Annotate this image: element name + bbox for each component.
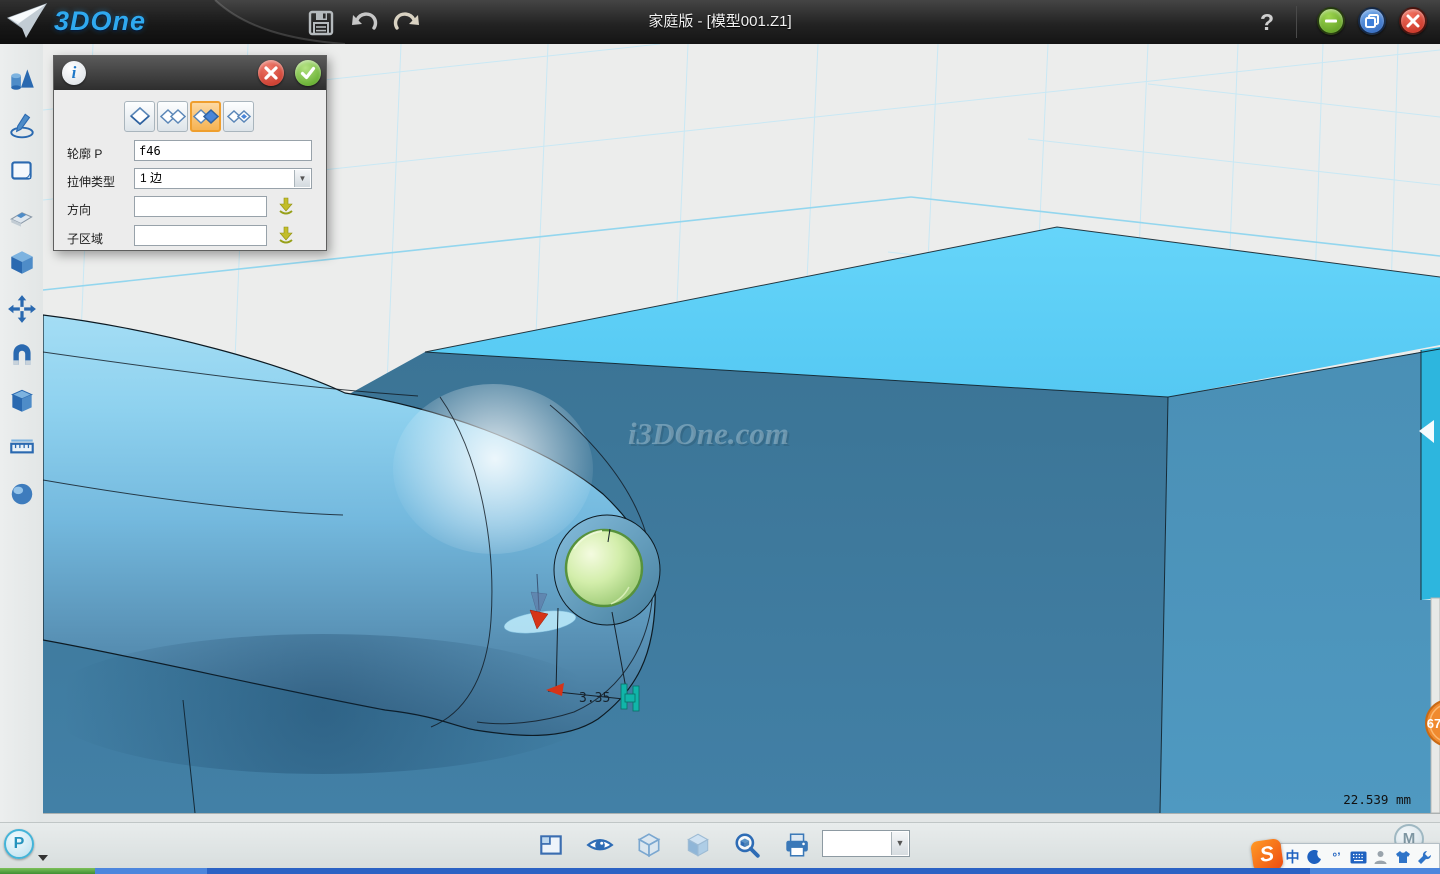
material-box-icon[interactable] (7, 386, 37, 416)
extrude-type-value: 1 边 (140, 171, 162, 185)
view-toolbar: P ▼ (0, 822, 1440, 868)
ime-userdict-icon[interactable] (1371, 846, 1390, 868)
info-icon[interactable]: i (62, 61, 86, 85)
app-logo: 3DOne (6, 2, 146, 40)
wireframe-view-button[interactable] (635, 831, 663, 859)
viewport-layout-button[interactable] (537, 831, 565, 859)
move-icon[interactable] (7, 294, 37, 324)
close-button[interactable] (1399, 7, 1427, 35)
extrude-type-select[interactable]: 1 边 ▼ (134, 168, 312, 189)
mode-double-filled-button[interactable] (190, 101, 221, 132)
ime-skin-shirt-icon[interactable] (1393, 846, 1412, 868)
mode-double-dot-button[interactable] (223, 101, 254, 132)
double-diamond-dot-icon (226, 106, 252, 128)
primitives-icon[interactable] (7, 64, 37, 94)
profile-label: 轮廓 P (67, 145, 133, 162)
confirm-check-icon (299, 64, 317, 82)
print-button[interactable] (782, 831, 810, 859)
boss-cylinder[interactable] (554, 515, 660, 625)
sogou-ime-icon[interactable]: S (1250, 838, 1284, 872)
dimension-value: 3.35 (579, 691, 610, 706)
direction-pick-icon[interactable] (276, 196, 296, 216)
ime-fullhalf-moon-icon[interactable] (1305, 846, 1324, 868)
slab-front-right-face[interactable] (1160, 352, 1431, 813)
part-mode-button[interactable]: P (4, 829, 34, 859)
logo-text: 3DOne (54, 6, 146, 37)
confirm-button[interactable] (295, 60, 321, 86)
restore-icon (1363, 12, 1381, 30)
shaded-view-button[interactable] (684, 831, 712, 859)
direction-label: 方向 (67, 201, 133, 218)
subregion-label: 子区域 (67, 230, 133, 247)
slab-right-strip[interactable] (1421, 347, 1440, 600)
tool-sidebar (0, 44, 44, 822)
render-sphere-icon[interactable] (7, 478, 37, 508)
watermark: i3DOne.com i3DOne.com (628, 416, 791, 453)
visibility-eye-button[interactable] (586, 831, 614, 859)
taskbar-start-segment[interactable] (0, 868, 95, 874)
save-button[interactable] (306, 8, 336, 38)
mode-double-diamond-button[interactable] (157, 101, 188, 132)
length-readout: 22.539 mm (1343, 792, 1411, 807)
paper-plane-icon (6, 2, 48, 40)
selected-profile-face[interactable] (566, 530, 642, 606)
undo-button[interactable] (350, 8, 380, 38)
minimize-icon (1322, 12, 1340, 30)
titlebar-separator (1296, 6, 1297, 38)
taskbar-app-segment[interactable] (95, 868, 207, 874)
direction-input[interactable] (134, 196, 267, 217)
sketch-icon[interactable] (7, 110, 37, 140)
ime-punctuation-toggle[interactable]: °’ (1327, 846, 1346, 868)
os-taskbar[interactable] (0, 868, 1440, 874)
measure-icon[interactable] (7, 432, 37, 462)
profile-input[interactable] (134, 140, 312, 161)
zoom-view-button[interactable] (733, 831, 761, 859)
titlebar: 3DOne 家庭版 - [模型001.Z1] ? (0, 0, 1440, 45)
viewport-bottom-frame (43, 813, 1440, 822)
minimize-button[interactable] (1317, 7, 1345, 35)
view-combo-arrow-icon[interactable]: ▼ (891, 832, 908, 855)
single-diamond-icon (127, 106, 153, 128)
feature-cube-icon[interactable] (7, 248, 37, 278)
close-icon (1404, 12, 1422, 30)
taskbar-tray-segment[interactable] (1310, 868, 1440, 874)
badge-count: 67 (1427, 716, 1440, 731)
magnet-icon[interactable] (7, 340, 37, 370)
combo-arrow-icon[interactable]: ▼ (294, 170, 310, 187)
help-button[interactable]: ? (1254, 5, 1280, 39)
part-mode-caret[interactable] (38, 855, 48, 861)
extrude-type-label: 拉伸类型 (67, 173, 133, 190)
redo-button[interactable] (391, 8, 421, 38)
sketch-plane-icon[interactable] (7, 156, 37, 186)
cancel-button[interactable] (258, 60, 284, 86)
view-preset-combobox[interactable]: ▼ (822, 830, 910, 857)
ime-settings-wrench-icon[interactable] (1415, 846, 1434, 868)
cancel-x-icon (262, 64, 280, 82)
double-diamond-filled-icon (193, 106, 219, 128)
double-diamond-icon (160, 106, 186, 128)
ime-tray: 中 °’ (1280, 843, 1440, 871)
dialog-header: i (54, 56, 326, 90)
extrude-dialog: i 轮廓 P (53, 55, 327, 251)
ime-softkeyboard-icon[interactable] (1349, 846, 1368, 868)
subregion-input[interactable] (134, 225, 267, 246)
svg-text:i3DOne.com: i3DOne.com (628, 416, 789, 451)
subregion-pick-icon[interactable] (276, 225, 296, 245)
ime-language-toggle[interactable]: 中 (1283, 846, 1302, 868)
restore-button[interactable] (1358, 7, 1386, 35)
eraser-icon[interactable] (7, 202, 37, 232)
mode-single-diamond-button[interactable] (124, 101, 155, 132)
